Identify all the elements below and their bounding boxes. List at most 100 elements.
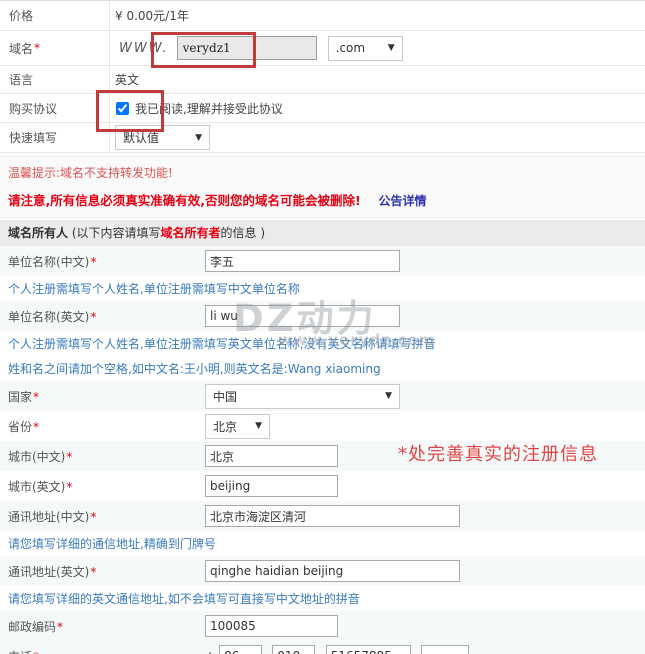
order-summary-table: 价格 ¥ 0.00元/1年 域名* WWW. .com ▼ 语言 [0, 0, 645, 153]
org-name-en-row: 单位名称(英文)* [0, 301, 645, 331]
city-cn-control [205, 445, 338, 467]
quickfill-label: 快速填写 [9, 129, 57, 146]
country-label: 国家 [8, 390, 32, 404]
country-selected-value: 中国 [213, 388, 237, 405]
required-asterisk: * [33, 390, 39, 404]
domain-registration-form: 价格 ¥ 0.00元/1年 域名* WWW. .com ▼ 语言 [0, 0, 645, 654]
domain-input[interactable] [177, 36, 317, 60]
warning-line: 请注意,所有信息必须真实准确有效,否则您的域名可能会被删除! 公告详情 [8, 190, 637, 209]
www-prefix: WWW. [119, 41, 169, 56]
agreement-row: 购买协议 我已阅读,理解并接受此协议 [0, 94, 645, 123]
chevron-down-icon: ▼ [388, 43, 395, 53]
section-subtitle-suffix: 的信息 ) [221, 226, 266, 240]
city-en-control [205, 475, 338, 497]
quickfill-select[interactable]: 默认值 ▼ [115, 125, 210, 150]
zip-control [205, 615, 338, 637]
city-cn-label: 城市(中文) [8, 450, 65, 464]
owner-section-header: 域名所有人 (以下内容请填写域名所有者的信息 ) [0, 220, 645, 246]
required-asterisk: * [33, 650, 39, 654]
required-asterisk: * [34, 41, 40, 55]
agreement-label-cell: 购买协议 [0, 94, 110, 122]
domain-value-cell: WWW. .com ▼ [110, 36, 645, 61]
phone-separator: - [265, 649, 269, 654]
province-select[interactable]: 北京 ▼ [205, 414, 270, 439]
org-name-en-input[interactable] [205, 305, 400, 327]
section-title: 域名所有人 [8, 226, 68, 240]
address-en-hint: 请您填写详细的英文通信地址,如不会填写可直接写中文地址的拼音 [0, 586, 645, 611]
agreement-value-cell: 我已阅读,理解并接受此协议 [110, 100, 645, 117]
address-cn-hint: 请您填写详细的通信地址,精确到门牌号 [0, 531, 645, 556]
address-cn-label-cell: 通讯地址(中文)* [0, 508, 205, 525]
address-en-input[interactable] [205, 560, 460, 582]
required-asterisk: * [57, 620, 63, 634]
address-cn-label: 通讯地址(中文) [8, 510, 89, 524]
phone-country-code-input[interactable] [219, 645, 262, 654]
tld-select[interactable]: .com ▼ [328, 36, 403, 61]
province-label-cell: 省份* [0, 418, 205, 435]
quickfill-row: 快速填写 默认值 ▼ [0, 123, 645, 153]
quickfill-value-cell: 默认值 ▼ [110, 125, 645, 150]
chevron-down-icon: ▼ [255, 421, 262, 431]
forwarding-tip-text: 温馨提示:域名不支持转发功能! [8, 164, 637, 181]
tld-selected-value: .com [336, 41, 365, 55]
address-cn-input[interactable] [205, 505, 460, 527]
notice-box: 温馨提示:域名不支持转发功能! 请注意,所有信息必须真实准确有效,否则您的域名可… [0, 156, 645, 218]
language-label-cell: 语言 [0, 66, 110, 93]
city-en-input[interactable] [205, 475, 338, 497]
province-label: 省份 [8, 420, 32, 434]
address-en-label: 通讯地址(英文) [8, 565, 89, 579]
quickfill-label-cell: 快速填写 [0, 123, 110, 152]
zip-row: 邮政编码* [0, 611, 645, 641]
phone-area-code-input[interactable] [272, 645, 315, 654]
zip-label: 邮政编码 [8, 620, 56, 634]
org-name-cn-input[interactable] [205, 250, 400, 272]
address-cn-row: 通讯地址(中文)* [0, 501, 645, 531]
zip-label-cell: 邮政编码* [0, 618, 205, 635]
language-value: 英文 [115, 71, 139, 88]
city-en-label: 城市(英文) [8, 480, 65, 494]
org-name-cn-row: 单位名称(中文)* [0, 246, 645, 276]
required-asterisk: * [90, 565, 96, 579]
quickfill-selected-value: 默认值 [123, 129, 159, 146]
price-row: 价格 ¥ 0.00元/1年 [0, 1, 645, 31]
announcement-link[interactable]: 公告详情 [379, 194, 427, 208]
language-value-cell: 英文 [110, 71, 645, 88]
required-asterisk: * [33, 420, 39, 434]
chevron-down-icon: ▼ [195, 133, 202, 143]
country-label-cell: 国家* [0, 388, 205, 405]
section-subtitle-prefix: (以下内容请填写 [68, 226, 161, 240]
address-en-label-cell: 通讯地址(英文)* [0, 563, 205, 580]
city-cn-row: 城市(中文)* *处完善真实的注册信息 [0, 441, 645, 471]
handwritten-note: *处完善真实的注册信息 [398, 440, 638, 466]
price-value: ¥ 0.00元/1年 [115, 7, 189, 24]
city-en-label-cell: 城市(英文)* [0, 478, 205, 495]
org-name-en-hint: 个人注册需填写个人姓名,单位注册需填写英文单位名称,没有英文名称请填写拼音 [0, 331, 645, 356]
org-name-cn-label: 单位名称(中文) [8, 255, 89, 269]
price-label-cell: 价格 [0, 1, 110, 30]
address-en-control [205, 560, 460, 582]
domain-label-cell: 域名* [0, 31, 110, 65]
language-label: 语言 [9, 71, 33, 88]
agreement-text: 我已阅读,理解并接受此协议 [135, 100, 283, 117]
owner-form: 单位名称(中文)* 个人注册需填写个人姓名,单位注册需填写中文单位名称 单位名称… [0, 246, 645, 654]
org-name-en-control [205, 305, 400, 327]
required-asterisk: * [66, 450, 72, 464]
city-cn-input[interactable] [205, 445, 338, 467]
address-en-row: 通讯地址(英文)* [0, 556, 645, 586]
org-name-en-label: 单位名称(英文) [8, 310, 89, 324]
price-label: 价格 [9, 7, 33, 24]
domain-row: 域名* WWW. .com ▼ [0, 31, 645, 66]
phone-number-input[interactable] [326, 645, 411, 654]
required-asterisk: * [90, 510, 96, 524]
required-asterisk: * [66, 480, 72, 494]
agreement-label: 购买协议 [9, 100, 57, 117]
phone-ext-input[interactable] [421, 645, 469, 654]
agreement-checkbox[interactable] [116, 102, 129, 115]
required-asterisk: * [90, 255, 96, 269]
city-en-row: 城市(英文)* [0, 471, 645, 501]
country-select[interactable]: 中国 ▼ [205, 384, 400, 409]
zip-input[interactable] [205, 615, 338, 637]
phone-label: 电话 [8, 650, 32, 654]
warning-text: 请注意,所有信息必须真实准确有效,否则您的域名可能会被删除! [8, 193, 361, 208]
chevron-down-icon: ▼ [385, 391, 392, 401]
